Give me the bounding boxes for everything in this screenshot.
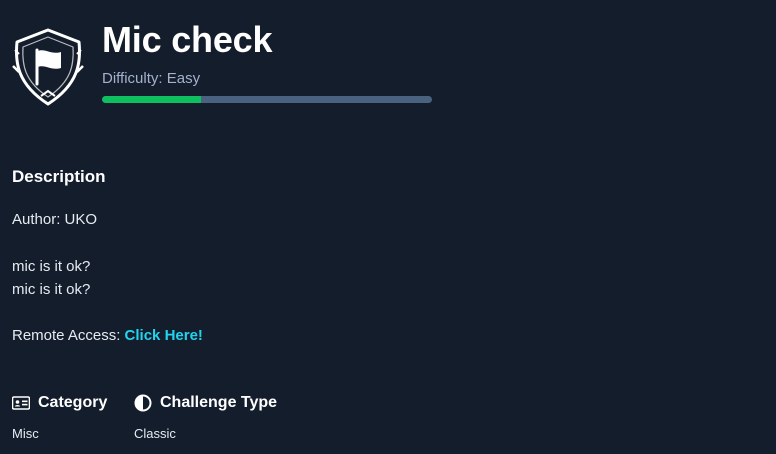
difficulty-label: Difficulty: Easy [102, 70, 201, 87]
id-card-icon [11, 394, 31, 412]
remote-access-line: Remote Access: Click Here! [12, 327, 203, 345]
challenge-type-label: Challenge Type [160, 394, 278, 411]
category-value: Misc [12, 426, 39, 441]
description-heading: Description [12, 167, 106, 186]
description-line: mic is it ok? [12, 281, 91, 298]
challenge-page: Mic check Difficulty: Easy Description A… [0, 0, 776, 454]
difficulty-progress-bar [102, 96, 432, 103]
difficulty-progress-fill [102, 96, 201, 103]
category-label: Category [38, 394, 108, 411]
half-circle-icon [134, 394, 152, 412]
remote-access-link[interactable]: Click Here! [125, 327, 203, 344]
challenge-type-heading: Challenge Type [134, 394, 277, 412]
remote-access-label: Remote Access: [12, 327, 125, 344]
challenge-title: Mic check [102, 19, 273, 60]
author-line: Author: UKO [12, 211, 98, 228]
description-line: mic is it ok? [12, 258, 91, 275]
flag-shield-icon [11, 28, 85, 106]
challenge-type-value: Classic [134, 426, 176, 441]
category-heading: Category [11, 394, 108, 412]
